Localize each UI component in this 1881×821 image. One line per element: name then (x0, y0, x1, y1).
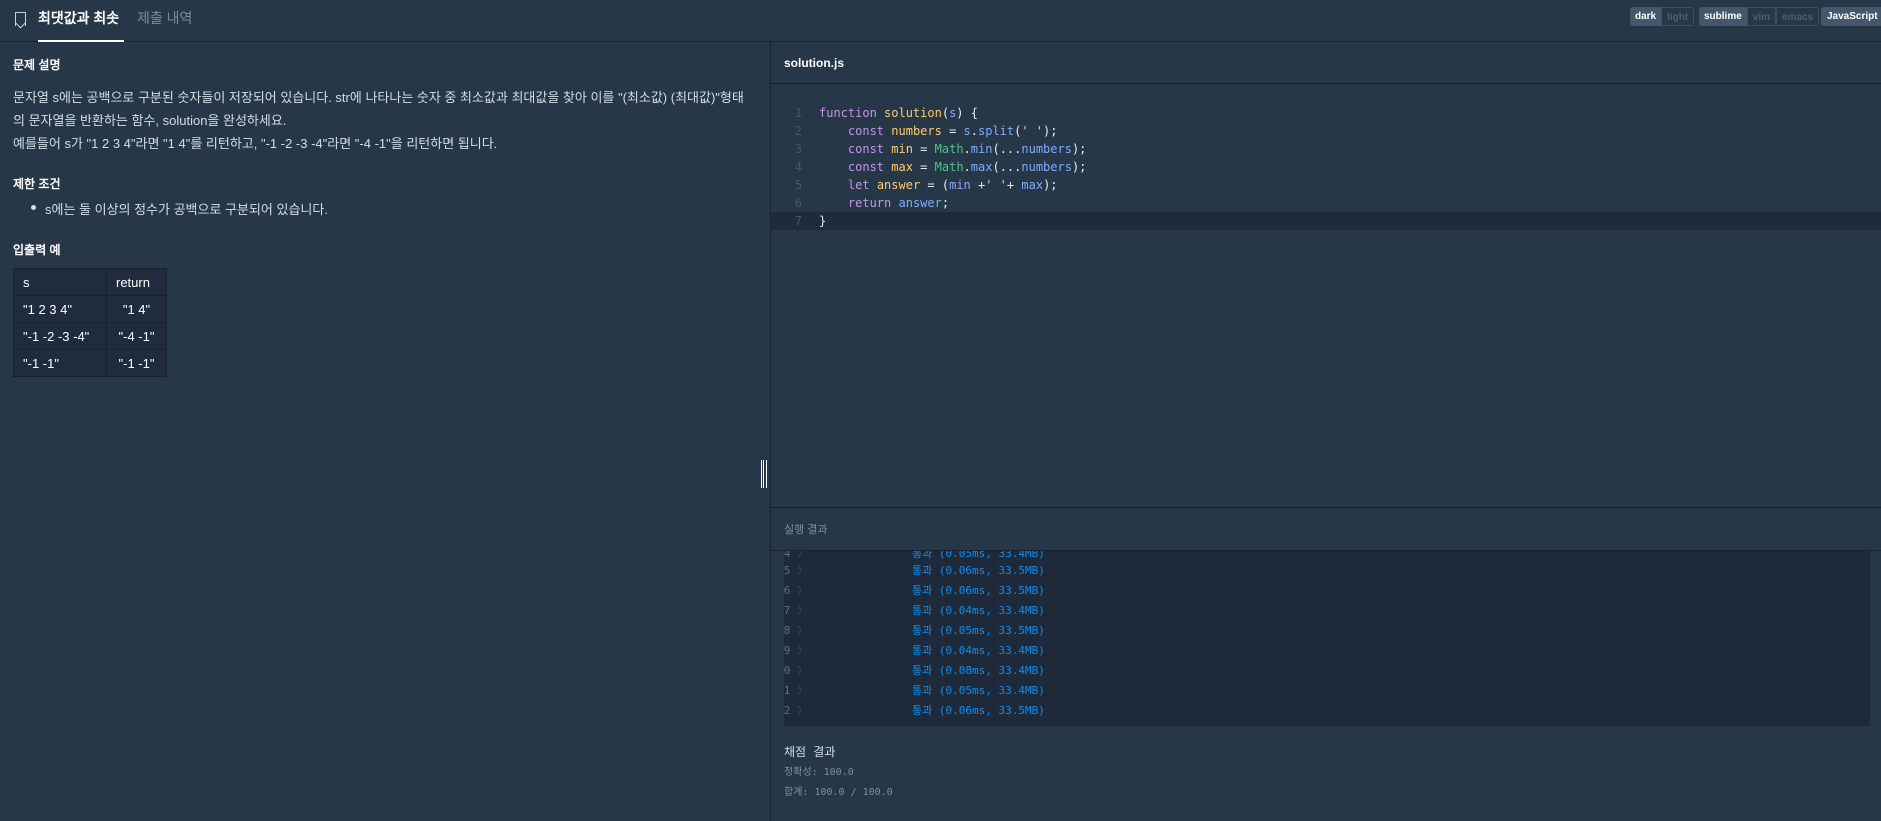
table-cell: "1 4" (106, 295, 167, 323)
test-label: 테스트 5 (784, 561, 808, 581)
io-example-heading: 입출력 예 (13, 243, 61, 257)
test-result: 통과 (0.05ms, 33.4MB) (912, 684, 1045, 697)
total-score: 합계: 100.0 / 100.0 (784, 787, 893, 798)
summary-title: 채점 결과 (784, 745, 836, 759)
test-label: 테스트 7 (784, 601, 808, 621)
list-item: 테스트 8 통과 (0.05ms, 33.5MB) (784, 621, 1870, 641)
editor-filename: solution.js (771, 42, 1881, 84)
code-line: 5 let answer = (min +' '+ max); (771, 176, 1881, 194)
line-number: 7 (794, 214, 802, 228)
problem-description: 문자열 s에는 공백으로 구분된 숫자들이 저장되어 있습니다. str에 나타… (13, 86, 753, 155)
test-results-list[interactable]: 테스트 4통과 (0.05ms, 33.4MB) 테스트 5통과 (0.06ms… (784, 551, 1870, 726)
test-result: 통과 (0.04ms, 33.4MB) (912, 604, 1045, 617)
test-result: 통과 (0.05ms, 33.5MB) (912, 624, 1045, 637)
test-label: 테스트 12 (784, 701, 808, 721)
code-line: 6 return answer; (771, 194, 1881, 212)
line-number: 3 (794, 142, 802, 156)
code-line: 4 const max = Math.max(...numbers); (771, 158, 1881, 176)
table-row: "1 2 3 4" "1 4" (13, 295, 167, 323)
results-header: 실행 결과 (771, 507, 1881, 551)
theme-light-button[interactable]: light (1661, 7, 1695, 26)
column-header-s: s (13, 268, 107, 296)
table-cell: "1 2 3 4" (13, 295, 107, 323)
language-select[interactable]: JavaScript (1821, 7, 1881, 26)
tab-problem[interactable]: 최댓값과 최솟값 (38, 0, 124, 62)
editor-panel: solution.js 1 function solution(s) { 2 co… (770, 42, 1881, 821)
description-line: 의 문자열을 반환하는 함수, solution을 완성하세요. (13, 113, 287, 128)
table-row: "-1 -2 -3 -4" "-4 -1" (13, 322, 167, 350)
keymap-emacs-button[interactable]: emacs (1776, 7, 1820, 26)
list-item: 테스트 5 통과 (0.06ms, 33.5MB) (784, 561, 1870, 581)
keymap-vim-button[interactable]: vim (1746, 7, 1777, 26)
test-result: 통과 (0.08ms, 33.4MB) (912, 664, 1045, 677)
list-item: 테스트 9 통과 (0.04ms, 33.4MB) (784, 641, 1870, 661)
table-row: "-1 -1" "-1 -1" (13, 349, 167, 377)
keymap-sublime-button[interactable]: sublime (1699, 7, 1747, 26)
code-line: 7} (771, 212, 1881, 230)
list-item: 테스트 7 통과 (0.04ms, 33.4MB) (784, 601, 1870, 621)
test-label: 테스트 6 (784, 581, 808, 601)
table-cell: "-1 -1" (13, 349, 107, 377)
code-editor[interactable]: 1 function solution(s) { 2 const numbers … (771, 85, 1881, 549)
description-line: 문자열 s에는 공백으로 구분된 숫자들이 저장되어 있습니다. str에 나타… (13, 90, 744, 105)
constraint-item: s에는 둘 이상의 정수가 공백으로 구분되어 있습니다. (31, 199, 328, 218)
code-line: 3 const min = Math.min(...numbers); (771, 140, 1881, 158)
theme-toggle: dark light (1630, 7, 1695, 26)
problem-panel: 문제 설명 문자열 s에는 공백으로 구분된 숫자들이 저장되어 있습니다. s… (0, 42, 770, 821)
keymap-toggle: sublime vim emacs (1699, 7, 1820, 26)
table-cell: "-1 -2 -3 -4" (13, 322, 107, 350)
description-heading: 문제 설명 (13, 58, 61, 72)
test-label: 테스트 11 (784, 681, 808, 701)
line-number: 1 (794, 106, 802, 120)
list-item: 테스트 11 통과 (0.05ms, 33.4MB) (784, 681, 1870, 701)
theme-dark-button[interactable]: dark (1630, 7, 1662, 26)
table-header-row: s return (13, 268, 167, 296)
test-result: 통과 (0.04ms, 33.4MB) (912, 644, 1045, 657)
constraints-heading: 제한 조건 (13, 177, 61, 191)
list-item: 테스트 6 통과 (0.06ms, 33.5MB) (784, 581, 1870, 601)
vertical-splitter-handle[interactable] (761, 460, 767, 488)
code-line: 2 const numbers = s.split(' '); (771, 122, 1881, 140)
description-line: 예를들어 s가 "1 2 3 4"라면 "1 4"를 리턴하고, "-1 -2 … (13, 136, 498, 151)
test-label: 테스트 9 (784, 641, 808, 661)
bookmark-icon[interactable] (15, 12, 26, 26)
code-line: 1 function solution(s) { (771, 104, 1881, 122)
io-example-table: s return "1 2 3 4" "1 4" "-1 -2 -3 -4" "… (13, 268, 167, 377)
test-label: 테스트 10 (784, 661, 808, 681)
column-header-return: return (106, 268, 167, 296)
line-number: 2 (794, 124, 802, 138)
line-number: 5 (794, 178, 802, 192)
test-result: 통과 (0.06ms, 33.5MB) (912, 704, 1045, 717)
line-number: 6 (794, 196, 802, 210)
test-result: 통과 (0.06ms, 33.5MB) (912, 564, 1045, 577)
accuracy-score: 정확성: 100.0 (784, 767, 854, 778)
tab-submissions[interactable]: 제출 내역 (137, 0, 192, 42)
line-number: 4 (794, 160, 802, 174)
top-bar: 최댓값과 최솟값 제출 내역 dark light sublime vim em… (0, 0, 1881, 62)
test-result: 통과 (0.06ms, 33.5MB) (912, 584, 1045, 597)
test-label: 테스트 8 (784, 621, 808, 641)
grading-summary: 채점 결과 정확성: 100.0 합계: 100.0 / 100.0 (784, 743, 893, 803)
list-item: 테스트 12 통과 (0.06ms, 33.5MB) (784, 701, 1870, 721)
list-item: 테스트 10 통과 (0.08ms, 33.4MB) (784, 661, 1870, 681)
table-cell: "-4 -1" (106, 322, 167, 350)
table-cell: "-1 -1" (106, 349, 167, 377)
